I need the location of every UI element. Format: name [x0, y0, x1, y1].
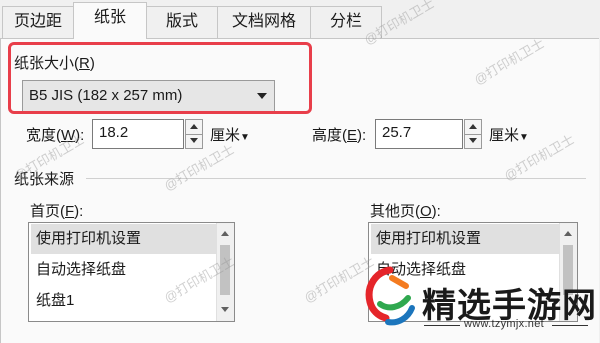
spin-up-button[interactable]: [186, 120, 202, 135]
other-pages-label: 其他页(O):: [370, 203, 441, 220]
caret-down-icon: ▼: [519, 132, 529, 143]
width-spinner[interactable]: [185, 119, 203, 149]
arrow-down-icon: [190, 138, 198, 143]
caret-down-icon: ▼: [240, 132, 250, 143]
tab-paper[interactable]: 纸张: [73, 2, 147, 39]
width-input[interactable]: 18.2: [92, 119, 184, 149]
tab-label: 版式: [165, 13, 198, 30]
arrow-down-icon: [469, 138, 477, 143]
tab-label: 纸张: [93, 9, 126, 26]
height-unit-dropdown[interactable]: 厘米▼: [489, 124, 529, 145]
scroll-up-icon[interactable]: [221, 231, 229, 236]
brand-url: www.tzymjx.net: [464, 318, 544, 330]
highlight-box: [8, 42, 312, 114]
tab-bar: 页边距 纸张 版式 文档网格 分栏: [0, 0, 600, 39]
height-input[interactable]: 25.7: [375, 119, 463, 149]
tab-label: 页边距: [13, 13, 62, 30]
spin-down-button[interactable]: [186, 134, 202, 148]
tab-layout[interactable]: 版式: [146, 6, 218, 38]
tab-document-grid[interactable]: 文档网格: [217, 6, 311, 38]
tab-label: 文档网格: [231, 13, 296, 30]
brand-logo-icon: [358, 264, 418, 334]
brand-divider: [552, 325, 588, 326]
spin-down-button[interactable]: [465, 134, 481, 148]
scroll-down-icon[interactable]: [221, 307, 229, 312]
height-spinner[interactable]: [464, 119, 482, 149]
spin-up-button[interactable]: [465, 120, 481, 135]
scroll-up-icon[interactable]: [564, 231, 572, 236]
brand-divider: [424, 325, 460, 326]
height-label: 高度(E):: [312, 127, 367, 144]
tab-margins[interactable]: 页边距: [2, 6, 74, 38]
first-page-label: 首页(F):: [30, 203, 84, 220]
arrow-up-icon: [190, 124, 198, 129]
list-item[interactable]: 使用打印机设置: [31, 224, 217, 254]
tab-label: 分栏: [329, 13, 362, 30]
list-item[interactable]: 使用打印机设置: [371, 224, 560, 254]
arrow-up-icon: [469, 124, 477, 129]
